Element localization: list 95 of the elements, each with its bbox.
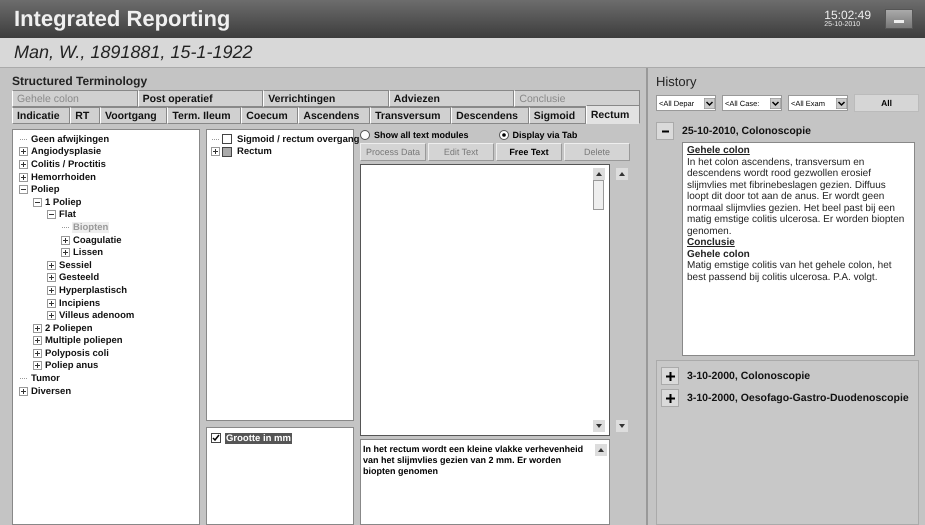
patient-info: Man, W., 1891881, 15-1-1922 — [14, 42, 252, 63]
radio-button[interactable] — [498, 130, 509, 140]
tab[interactable]: Ascendens — [298, 107, 370, 124]
report-heading: Conclusie — [687, 237, 736, 248]
tree-item[interactable]: Hyperplastisch — [58, 284, 128, 296]
tree-item[interactable]: Coagulatie — [72, 234, 123, 246]
scroll-thumb[interactable] — [593, 180, 604, 210]
scroll-down-icon[interactable] — [616, 420, 628, 432]
expand-icon[interactable] — [47, 286, 56, 295]
tree-item[interactable]: Angiodysplasie — [30, 146, 102, 158]
history-entry[interactable]: 3-10-2000, Oesofago-Gastro-Duodenoscopie — [687, 392, 909, 404]
scroll-up-icon[interactable] — [616, 168, 628, 180]
radio-button[interactable] — [360, 130, 370, 140]
tab[interactable]: Adviezen — [388, 90, 514, 107]
tree-item[interactable]: Diversen — [30, 386, 72, 397]
tab[interactable]: Rectum — [586, 105, 640, 124]
tree-item[interactable]: Poliep — [30, 184, 61, 196]
checkbox[interactable] — [211, 433, 221, 444]
report-heading: Gehele colon — [687, 145, 751, 156]
all-button[interactable]: All — [854, 94, 919, 112]
expand-icon[interactable] — [19, 185, 28, 194]
radio-option[interactable]: Show all text modules — [360, 130, 469, 140]
tree-item[interactable]: Villeus adenoom — [58, 310, 136, 322]
tab[interactable]: Indicatie — [12, 107, 70, 124]
tab[interactable]: Sigmoid — [528, 107, 586, 124]
window-title: Integrated Reporting — [14, 6, 232, 32]
tree-item[interactable]: Sigmoid / rectum overgang — [236, 134, 360, 145]
tab[interactable]: Post operatief — [138, 90, 264, 107]
collapse-button[interactable] — [656, 122, 674, 140]
expand-icon[interactable] — [19, 147, 28, 156]
minus-icon — [662, 128, 668, 134]
tab[interactable]: Term. Ileum — [167, 107, 242, 124]
expand-icon[interactable] — [61, 248, 70, 258]
expand-icon[interactable] — [61, 236, 70, 245]
expand-icon[interactable] — [33, 336, 42, 346]
tab[interactable]: Transversum — [370, 107, 452, 124]
tree-item[interactable]: Hemorrhoiden — [30, 172, 97, 183]
tree-item[interactable]: Multiple poliepen — [44, 335, 124, 346]
expand-icon[interactable] — [19, 172, 28, 182]
tab[interactable]: Verrichtingen — [263, 90, 389, 107]
tree-item[interactable]: Tumor — [30, 373, 61, 384]
generated-text: In het rectum wordt een kleine vlakke verhevenheid van het slijmvlies gezien van 2 mm. Er worden biopten genomen — [363, 444, 584, 477]
expand-icon[interactable] — [33, 198, 42, 207]
tab[interactable]: Coecum — [241, 107, 298, 124]
tab[interactable]: Voortgang — [100, 107, 168, 124]
expand-icon[interactable] — [47, 210, 56, 220]
tree-item[interactable]: 1 Poliep — [44, 196, 82, 208]
section-title: Structured Terminology — [12, 74, 148, 90]
expand-button[interactable] — [661, 389, 679, 407]
dropdown-icon[interactable] — [704, 98, 715, 108]
tree-item[interactable]: Poliep anus — [44, 360, 100, 372]
history-entry[interactable]: 25-10-2010, Colonoscopie — [682, 125, 811, 137]
report-paragraph: Matig emstige colitis van het gehele colon, het best passend bij colitis ulcerosa. P.A. volgt. — [687, 260, 893, 283]
minimize-icon — [894, 20, 904, 23]
checkbox[interactable] — [222, 134, 232, 144]
history-entry[interactable]: 3-10-2000, Colonoscopie — [687, 370, 810, 382]
expand-icon[interactable] — [33, 348, 42, 358]
dropdown-icon[interactable] — [836, 98, 847, 108]
expand-icon[interactable] — [47, 260, 56, 270]
expand-icon[interactable] — [47, 273, 56, 282]
plus-icon — [666, 372, 674, 380]
report-heading: Gehele colon — [687, 248, 751, 260]
clock-time: 15:02:49 — [824, 9, 871, 21]
expand-icon[interactable] — [47, 311, 56, 320]
expand-icon[interactable] — [19, 386, 28, 396]
tab[interactable]: Descendens — [451, 107, 529, 124]
expand-icon[interactable] — [33, 324, 42, 333]
tree-item[interactable]: Rectum — [236, 146, 273, 158]
tree-item[interactable]: Incipiens — [58, 298, 102, 309]
plus-icon — [666, 394, 674, 402]
scroll-down-icon[interactable] — [593, 420, 605, 432]
tree-item[interactable]: Lissen — [72, 247, 104, 258]
expand-button[interactable] — [661, 367, 679, 385]
tree-item[interactable]: Colitis / Proctitis — [30, 158, 107, 170]
tree-item[interactable]: Polyposis coli — [44, 348, 110, 359]
expand-icon[interactable] — [47, 298, 56, 308]
tab[interactable]: RT — [70, 107, 100, 124]
tree-item[interactable]: 2 Poliepen — [44, 322, 94, 334]
tree-item[interactable]: Geen afwijkingen — [30, 134, 110, 145]
radio-option[interactable]: Display via Tab — [498, 130, 578, 140]
expand-icon[interactable] — [33, 361, 42, 370]
minimize-button[interactable] — [885, 9, 913, 29]
action-button[interactable]: Free Text — [496, 143, 562, 161]
attribute-item[interactable]: Grootte in mm — [225, 432, 292, 444]
tree-item[interactable]: Sessiel — [58, 260, 93, 271]
tree-item[interactable]: Flat — [58, 209, 77, 220]
scroll-up-icon[interactable] — [593, 168, 605, 180]
report-paragraph: In het colon ascendens, transversum en descendens wordt rood gezwollen erosief slijmvlies met fibrinebeslagen gezien. Diffuus loopt dit door tot aan de anus. Er wordt geen normaal slijmvlies gezien. Het beel past bij een matig emstige colitis ulcerosa. Er worden biopten genomen. — [687, 156, 906, 237]
expand-icon[interactable] — [19, 160, 28, 169]
section-title: History — [656, 74, 698, 90]
tree-item[interactable]: Gesteeld — [58, 272, 100, 284]
checkbox[interactable] — [222, 146, 232, 157]
dropdown-icon[interactable] — [770, 98, 781, 108]
scroll-up-icon[interactable] — [595, 444, 607, 456]
expand-icon[interactable] — [211, 147, 220, 156]
